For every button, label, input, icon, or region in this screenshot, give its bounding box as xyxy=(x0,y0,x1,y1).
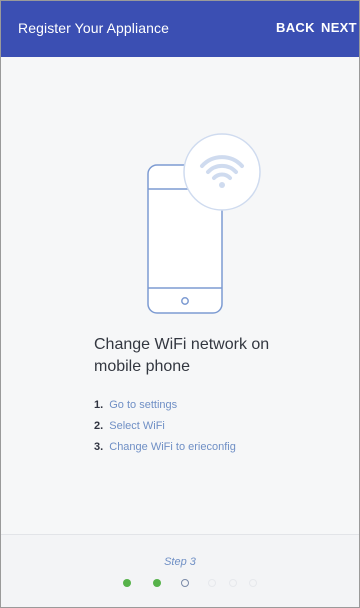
instruction-steps: 1. Go to settings 2. Select WiFi 3. Chan… xyxy=(94,395,236,458)
step-number: 1. xyxy=(94,399,104,411)
step-text: Go to settings xyxy=(109,399,178,411)
progress-dot-5 xyxy=(229,579,237,587)
wifi-icon xyxy=(183,133,261,211)
progress-dot-4 xyxy=(208,579,216,587)
step-text: Change WiFi to erieconfig xyxy=(109,441,236,453)
step-number: 3. xyxy=(94,441,104,453)
step-number: 2. xyxy=(94,420,104,432)
step-footer: Step 3 xyxy=(1,535,359,607)
step-progress-dots xyxy=(123,579,257,589)
progress-dot-3 xyxy=(181,579,189,587)
list-item: 3. Change WiFi to erieconfig xyxy=(94,437,236,458)
step-text: Select WiFi xyxy=(109,420,165,432)
progress-dot-1 xyxy=(123,579,131,587)
app-screen: Register Your Appliance BACK NEXT Change… xyxy=(0,0,360,608)
wifi-setup-illustration xyxy=(147,133,261,314)
list-item: 2. Select WiFi xyxy=(94,416,236,437)
progress-dot-6 xyxy=(249,579,257,587)
step-label: Step 3 xyxy=(164,556,196,568)
progress-dot-2 xyxy=(153,579,161,587)
instruction-heading: Change WiFi network on mobile phone xyxy=(94,336,270,375)
list-item: 1. Go to settings xyxy=(94,395,236,416)
